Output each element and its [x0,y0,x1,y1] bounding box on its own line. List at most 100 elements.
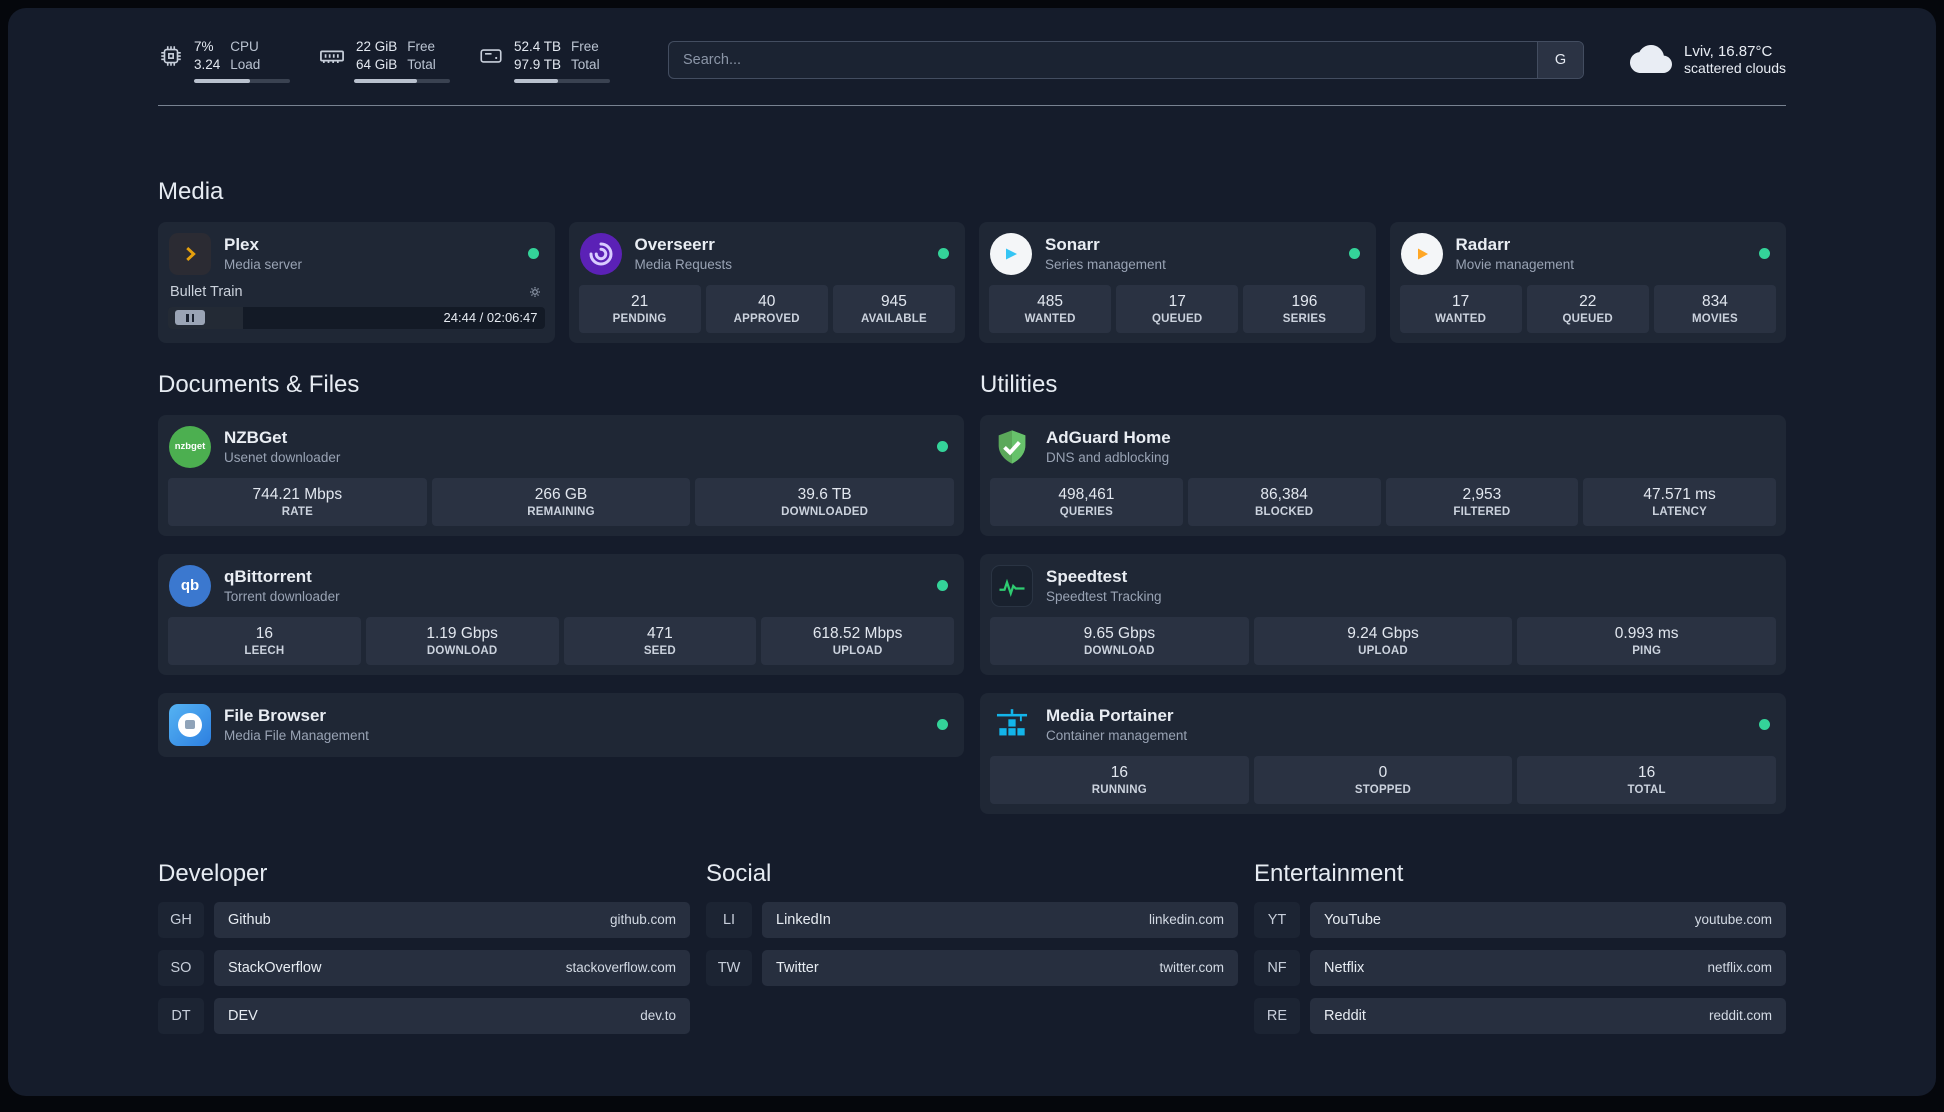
stat-value: 21 [630,292,649,310]
service-card-nzbget[interactable]: nzbget NZBGet Usenet downloader 744.21 M… [158,414,964,536]
memory-total-value: 64 GiB [356,56,398,72]
bookmark-row: Netflix netflix.com [1310,949,1786,986]
service-card-overseerr[interactable]: Overseerr Media Requests 21 PENDING 40 A… [568,221,965,343]
search-provider-button[interactable]: G [1537,42,1584,78]
filebrowser-icon [168,703,212,747]
resource-monitors: 7% 3.24 CPU Load 22 GiB 64 GiB Free Tota… [158,38,610,83]
service-subtitle: Media File Management [224,728,369,744]
disk-progress-fill [514,78,559,83]
stats-row: 16 LEECH 1.19 Gbps DOWNLOAD 471 SEED 618… [168,616,954,665]
service-titles: AdGuard Home DNS and adblocking [1046,428,1171,465]
status-online-dot [938,248,949,260]
service-titles: Radarr Movie management [1456,235,1575,272]
service-subtitle: Series management [1045,257,1166,273]
service-titles: NZBGet Usenet downloader [224,428,340,465]
service-card-sonarr[interactable]: Sonarr Series management 485 WANTED 17 Q… [979,221,1376,343]
stat-value: 196 [1291,292,1318,310]
radarr-icon [1400,232,1444,276]
stat-value: 40 [758,292,776,310]
stat-label: AVAILABLE [860,312,927,325]
cpu-monitor: 7% 3.24 CPU Load [158,38,290,83]
stat-label: APPROVED [733,312,800,325]
status-online-dot [527,248,539,260]
bookmark-domain: youtube.com [1694,912,1772,928]
stat-latency: 47.571 ms LATENCY [1583,477,1776,526]
service-subtitle: Container management [1046,728,1188,744]
bookmark-list: GH Github github.com SO StackOverflow st… [158,901,690,1034]
service-subtitle: Torrent downloader [224,589,340,605]
bookmark-abbr: LI [706,901,752,938]
adguard-shield-icon [990,425,1034,469]
memory-monitor: 22 GiB 64 GiB Free Total [318,38,450,83]
bookmark-domain: reddit.com [1708,1008,1772,1024]
bookmark-netflix[interactable]: NF Netflix netflix.com [1254,949,1786,986]
stat-label: REMAINING [527,505,595,518]
bookmark-reddit[interactable]: RE Reddit reddit.com [1254,997,1786,1034]
bookmark-stackoverflow[interactable]: SO StackOverflow stackoverflow.com [158,949,690,986]
stat-leech: 16 LEECH [168,616,361,665]
bookmark-domain: netflix.com [1707,960,1772,976]
playback-progress-bar[interactable]: 24:44 / 02:06:47 [168,306,545,329]
stat-ping: 0.993 ms PING [1517,616,1776,665]
bookmark-name: LinkedIn [776,911,831,928]
service-titles: Plex Media server [224,235,302,272]
stat-remaining: 266 GB REMAINING [431,477,691,526]
bookmark-group-title: Entertainment [1254,859,1404,887]
bookmark-youtube[interactable]: YT YouTube youtube.com [1254,901,1786,938]
disk-labels: Free Total [571,38,600,74]
stat-label: RUNNING [1091,783,1147,796]
bookmark-abbr: YT [1254,901,1300,938]
overseerr-icon [579,232,623,276]
bookmark-dev[interactable]: DT DEV dev.to [158,997,690,1034]
total-label: Total [571,56,600,72]
qbittorrent-icon: qb [168,564,212,608]
weather-widget[interactable]: Lviv, 16.87°C scattered clouds [1630,38,1786,80]
now-playing-title: Bullet Train [170,283,243,300]
stat-upload: 618.52 Mbps UPLOAD [761,616,954,665]
section-title-utilities: Utilities [980,370,1058,398]
stats-row: 17 WANTED 22 QUEUED 834 MOVIES [1399,284,1777,333]
service-card-portainer[interactable]: Media Portainer Container management 16 … [980,692,1786,814]
top-bar: 7% 3.24 CPU Load 22 GiB 64 GiB Free Tota… [158,38,1786,83]
bookmark-list: YT YouTube youtube.com NF Netflix netfli… [1254,901,1786,1034]
bookmark-github[interactable]: GH Github github.com [158,901,690,938]
card-header: Overseerr Media Requests [579,232,956,276]
bookmark-abbr: TW [706,949,752,986]
stat-value: 471 [646,624,673,642]
bookmark-name: Github [228,911,271,928]
service-name: Sonarr [1045,235,1100,255]
bookmark-domain: twitter.com [1159,960,1224,976]
service-card-speedtest[interactable]: Speedtest Speedtest Tracking 9.65 Gbps D… [980,553,1786,675]
stat-value: 266 GB [534,485,588,503]
bookmark-twitter[interactable]: TW Twitter twitter.com [706,949,1238,986]
pause-button[interactable] [175,310,205,326]
settings-gear-icon[interactable] [527,284,543,300]
service-card-plex[interactable]: Plex Media server Bullet Train 24:44 / 0… [158,221,555,343]
stat-label: BLOCKED [1254,505,1314,518]
service-card-adguard[interactable]: AdGuard Home DNS and adblocking 498,461 … [980,414,1786,536]
stats-row: 498,461 QUERIES 86,384 BLOCKED 2,953 FIL… [990,477,1776,526]
stat-queries: 498,461 QUERIES [990,477,1183,526]
service-card-filebrowser[interactable]: File Browser Media File Management [158,692,964,757]
service-subtitle: Movie management [1455,257,1575,273]
cpu-monitor-row: 7% 3.24 CPU Load [158,38,290,74]
cpu-usage-value: 7% [194,39,214,54]
bookmark-linkedin[interactable]: LI LinkedIn linkedin.com [706,901,1238,938]
service-titles: Speedtest Speedtest Tracking [1046,567,1162,604]
stat-label: DOWNLOADED [781,505,869,518]
stat-blocked: 86,384 BLOCKED [1187,477,1381,526]
stats-row: 485 WANTED 17 QUEUED 196 SERIES [989,284,1366,333]
search-input[interactable] [669,42,1538,78]
stat-value: 17 [1451,292,1470,310]
weather-location: Lviv, 16.87°C [1684,42,1773,60]
bookmark-group-social: Social LI LinkedIn linkedin.com TW Twitt… [706,860,1238,1034]
stat-value: 485 [1037,292,1064,310]
plex-icon [168,232,212,276]
service-name: Plex [224,235,259,255]
service-name: Radarr [1455,235,1511,255]
service-card-qbittorrent[interactable]: qb qBittorrent Torrent downloader 16 LEE… [158,553,964,675]
stat-queued: 17 QUEUED [1116,284,1239,333]
playback-time: 24:44 / 02:06:47 [443,310,538,326]
stat-label: DOWNLOAD [426,644,498,657]
service-card-radarr[interactable]: Radarr Movie management 17 WANTED 22 QUE… [1389,221,1786,343]
